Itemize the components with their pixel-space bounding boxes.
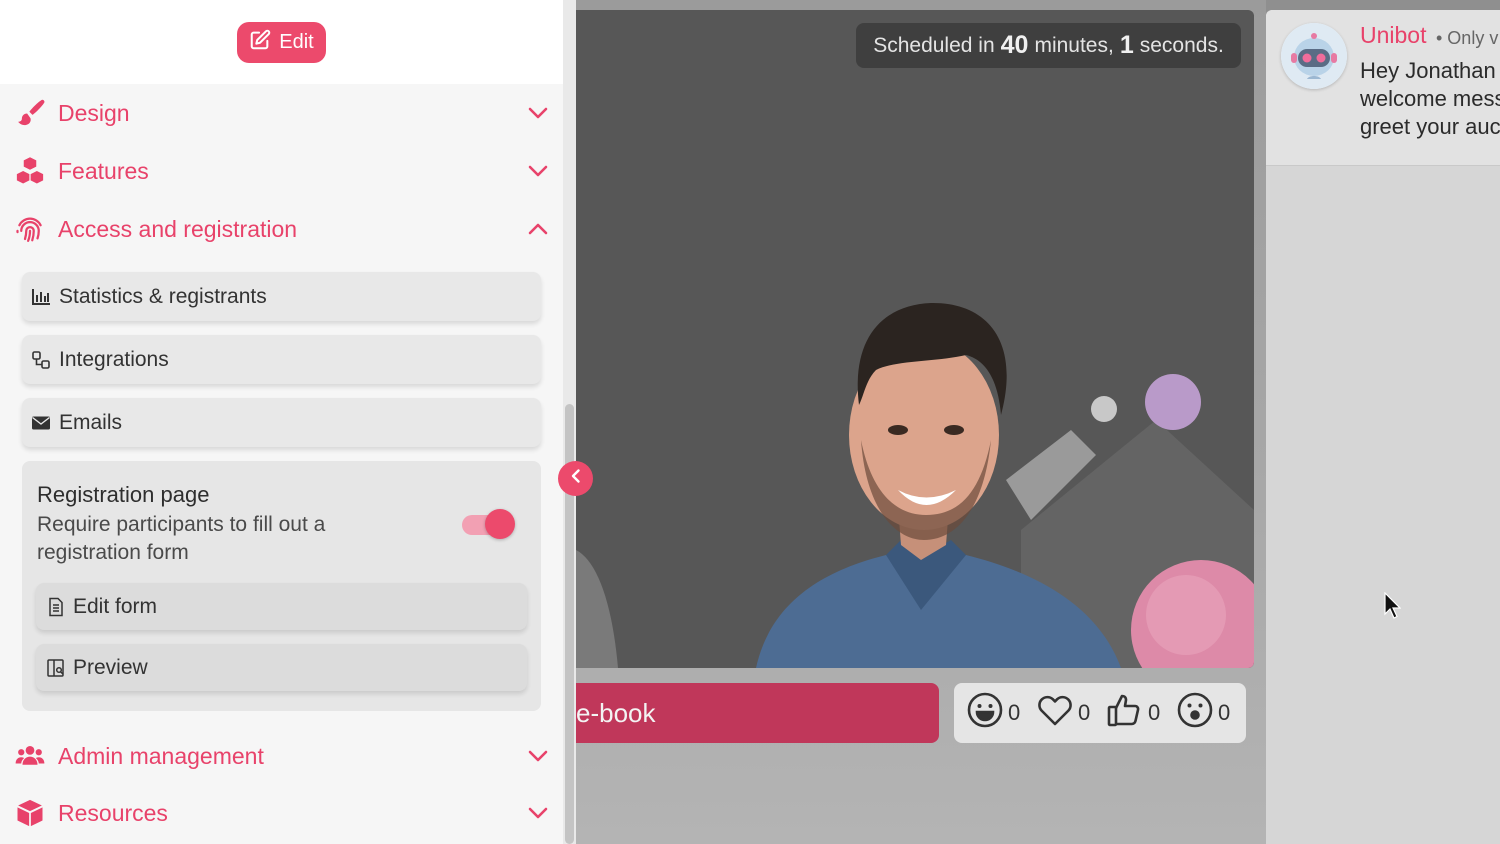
section-label: Design bbox=[58, 99, 130, 126]
bot-name: Unibot bbox=[1360, 22, 1427, 48]
paintbrush-icon bbox=[14, 97, 46, 129]
section-label: Access and registration bbox=[58, 215, 298, 242]
reactions-bar: 0 0 0 0 bbox=[954, 683, 1246, 743]
section-label: Resources bbox=[58, 799, 168, 826]
chevron-down-icon[interactable] bbox=[526, 159, 550, 183]
cubes-icon bbox=[14, 155, 46, 187]
chat-panel: Unibot • Only v Hey Jonathan welcome mes… bbox=[1266, 10, 1500, 844]
menu-item-emails[interactable]: Emails bbox=[22, 398, 541, 447]
chevron-left-icon bbox=[567, 467, 585, 490]
countdown-seconds: 1 bbox=[1119, 31, 1134, 59]
registration-toggle[interactable] bbox=[460, 509, 516, 539]
reaction-heart[interactable]: 0 bbox=[1036, 691, 1106, 735]
envelope-icon bbox=[30, 412, 52, 434]
bot-message-text: Hey Jonathan welcome mess greet your auc bbox=[1360, 57, 1500, 141]
sidebar-scrollbar[interactable] bbox=[563, 0, 576, 844]
chevron-down-icon[interactable] bbox=[526, 801, 550, 825]
scheduled-countdown: Scheduled in 40 minutes, 1 seconds. bbox=[856, 23, 1241, 68]
sidebar: Edit Design Features Access and registra… bbox=[0, 0, 563, 844]
menu-item-label: Statistics & registrants bbox=[59, 284, 267, 308]
section-access-registration[interactable]: Access and registration bbox=[0, 207, 563, 251]
menu-item-label: Integrations bbox=[59, 347, 169, 371]
reaction-count: 0 bbox=[1008, 700, 1021, 725]
countdown-minutes: 40 bbox=[1000, 31, 1029, 59]
message-line: Hey Jonathan bbox=[1360, 58, 1496, 83]
cta-label: e-book bbox=[576, 697, 656, 728]
section-admin-management[interactable]: Admin management bbox=[0, 734, 563, 778]
chart-bar-icon bbox=[30, 286, 52, 308]
box-icon bbox=[14, 797, 46, 829]
reaction-surprised[interactable]: 0 bbox=[1176, 691, 1246, 735]
edit-button-label: Edit bbox=[279, 31, 314, 53]
menu-item-statistics[interactable]: Statistics & registrants bbox=[22, 272, 541, 321]
chevron-up-icon[interactable] bbox=[526, 217, 550, 241]
edit-icon bbox=[249, 29, 271, 57]
chevron-down-icon[interactable] bbox=[526, 744, 550, 768]
menu-item-integrations[interactable]: Integrations bbox=[22, 335, 541, 384]
reaction-count: 0 bbox=[1148, 700, 1161, 725]
users-icon bbox=[14, 740, 46, 772]
fingerprint-icon bbox=[14, 213, 46, 245]
ebook-cta-button[interactable]: e-book bbox=[576, 683, 939, 743]
edit-form-label: Edit form bbox=[73, 594, 158, 618]
message-visibility: • Only v bbox=[1436, 28, 1499, 48]
seconds-label: seconds. bbox=[1139, 33, 1224, 57]
chat-message: Unibot • Only v Hey Jonathan welcome mes… bbox=[1266, 10, 1500, 166]
reaction-count: 0 bbox=[1218, 700, 1231, 725]
preview-label: Preview bbox=[73, 655, 148, 679]
edit-button[interactable]: Edit bbox=[237, 22, 326, 63]
bot-avatar bbox=[1281, 23, 1347, 89]
sidebar-header: Edit bbox=[0, 0, 563, 84]
message-line: welcome mess bbox=[1360, 86, 1500, 111]
mouse-cursor-icon bbox=[1384, 592, 1401, 619]
minutes-label: minutes, bbox=[1034, 33, 1114, 57]
smile-icon bbox=[966, 691, 1004, 735]
collapse-sidebar-button[interactable] bbox=[558, 461, 593, 496]
edit-form-button[interactable]: Edit form bbox=[36, 583, 527, 630]
preview-button[interactable]: Preview bbox=[36, 644, 527, 691]
integration-icon bbox=[30, 349, 52, 371]
reaction-thumbs-up[interactable]: 0 bbox=[1106, 691, 1176, 735]
surprised-icon bbox=[1176, 691, 1214, 735]
document-icon bbox=[45, 596, 67, 618]
section-label: Features bbox=[58, 157, 149, 184]
reaction-smile[interactable]: 0 bbox=[966, 691, 1036, 735]
stage-video: Scheduled in 40 minutes, 1 seconds. bbox=[576, 10, 1254, 668]
chevron-down-icon[interactable] bbox=[526, 101, 550, 125]
heart-icon bbox=[1036, 691, 1074, 735]
message-line: greet your auc bbox=[1360, 114, 1500, 139]
registration-title: Registration page bbox=[37, 482, 210, 507]
robot-icon bbox=[1281, 23, 1347, 89]
scheduled-prefix: Scheduled in bbox=[873, 33, 995, 57]
speaker-image bbox=[576, 302, 1254, 668]
thumbs-up-icon bbox=[1106, 691, 1144, 735]
section-design[interactable]: Design bbox=[0, 91, 563, 135]
toggle-knob bbox=[485, 509, 515, 539]
reaction-count: 0 bbox=[1078, 700, 1091, 725]
section-label: Admin management bbox=[58, 742, 264, 769]
preview-icon bbox=[45, 657, 67, 679]
registration-description: Require participants to fill out a regis… bbox=[37, 513, 326, 564]
registration-page-card: Registration page Require participants t… bbox=[22, 461, 541, 711]
menu-item-label: Emails bbox=[59, 410, 123, 434]
section-resources[interactable]: Resources bbox=[0, 791, 563, 835]
section-features[interactable]: Features bbox=[0, 149, 563, 193]
